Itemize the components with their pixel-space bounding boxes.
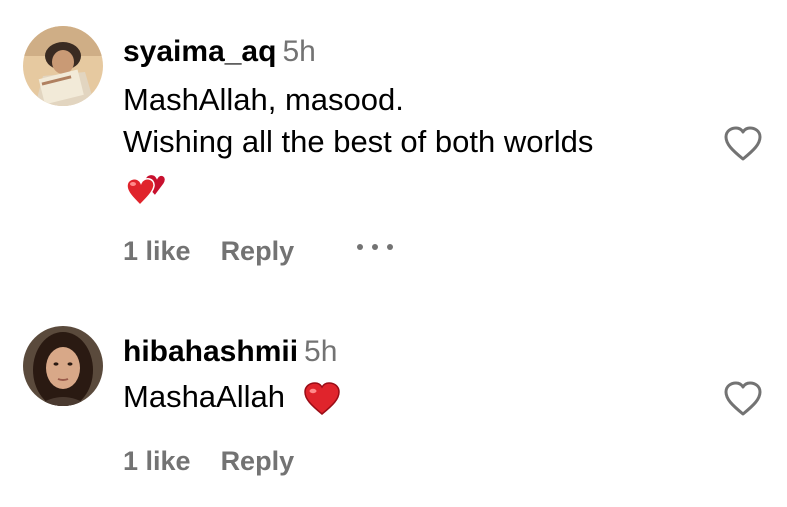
- comment-text-line-2: Wishing all the best of both worlds: [123, 124, 594, 159]
- avatar-image: [23, 326, 103, 406]
- comment-header: hibahashmii 5h: [123, 334, 337, 370]
- comment-text-line-1: MashAllah, masood.: [123, 82, 404, 117]
- username[interactable]: hibahashmii: [123, 335, 298, 368]
- avatar-image: [23, 26, 103, 106]
- heart-outline-icon[interactable]: [722, 125, 764, 163]
- reply-button[interactable]: Reply: [221, 445, 295, 477]
- comment-item: syaima_aq 5h MashAllah, masood. Wishing a…: [0, 0, 787, 290]
- likes-count[interactable]: 1 like: [123, 445, 191, 477]
- comment-text-content: MashaAllah: [123, 379, 285, 414]
- likes-count[interactable]: 1 like: [123, 235, 191, 267]
- two-hearts-emoji: [123, 169, 165, 207]
- avatar[interactable]: [23, 326, 103, 406]
- timestamp: 5h: [304, 335, 338, 368]
- comment-header: syaima_aq 5h: [123, 34, 316, 70]
- avatar[interactable]: [23, 26, 103, 106]
- comment-actions: 1 like Reply: [123, 445, 294, 477]
- timestamp: 5h: [282, 35, 316, 68]
- reply-button[interactable]: Reply: [221, 235, 295, 267]
- heart-outline-icon[interactable]: [722, 380, 764, 418]
- more-options-icon[interactable]: [356, 235, 396, 267]
- comment-item: hibahashmii 5h MashaAllah 1 like Reply: [0, 300, 787, 507]
- red-heart-emoji: [303, 382, 340, 415]
- comment-actions: 1 like Reply: [123, 235, 393, 267]
- username[interactable]: syaima_aq: [123, 35, 276, 68]
- comment-text: MashaAllah: [123, 378, 342, 417]
